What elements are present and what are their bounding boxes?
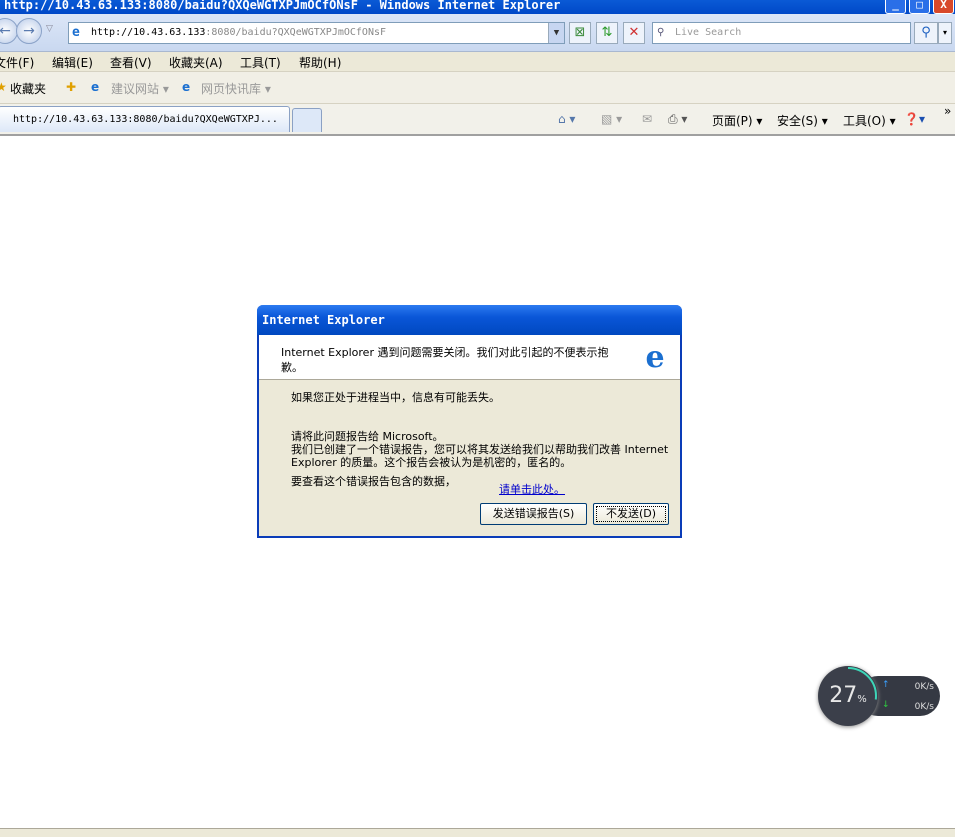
memory-usage-gauge: 27% [818,666,878,726]
help-icon[interactable]: ❓▾ [904,112,925,126]
address-host: http://10.43.63.133 [91,27,206,38]
suggested-sites[interactable]: 建议网站 ▾ [111,80,169,97]
tools-menu[interactable]: 工具(O) ▾ [843,112,896,129]
ie-icon: e [91,80,100,94]
upload-speed: 0K/s [914,682,934,692]
ie-icon: e [182,80,191,94]
dialog-header: Internet Explorer 遇到问题需要关闭。我们对此引起的不便表示抱歉… [259,335,680,380]
menu-favorites[interactable]: 收藏夹(A) [169,54,223,71]
view-report-link[interactable]: 请单击此处。 [499,483,565,496]
compatibility-icon[interactable]: ⊠ [569,22,591,44]
history-dropdown-icon[interactable]: ▽ [46,24,53,34]
dialog-title: Internet Explorer [257,305,682,335]
dont-send-button[interactable]: 不发送(D) [593,503,669,525]
menu-edit[interactable]: 编辑(E) [52,54,93,71]
window-title-bar: http://10.43.63.133:8080/baidu?QXQeWGTXP… [0,0,955,14]
ie-logo-icon: e [645,340,665,375]
ie-page-icon: e [72,25,80,40]
address-toolbar: ← → ▽ e http://10.43.63.133:8080/baidu?QX… [0,14,955,52]
refresh-button[interactable]: ⇅ [596,22,618,44]
favorites-bar: ★ 收藏夹 ✚ e 建议网站 ▾ e 网页快讯库 ▾ [0,72,955,104]
address-path: :8080/baidu?QXQeWGTXPJmOCfONsF [205,27,387,38]
menu-help[interactable]: 帮助(H) [299,54,341,71]
window-title: http://10.43.63.133:8080/baidu?QXQeWGTXP… [4,0,561,12]
stop-button[interactable]: ✕ [623,22,645,44]
search-icon: ⚲ [657,27,665,38]
search-button[interactable]: ⚲ [914,22,938,44]
star-icon: ★ [0,80,7,94]
menu-tools[interactable]: 工具(T) [240,54,281,71]
menu-bar: 文件(F) 编辑(E) 查看(V) 收藏夹(A) 工具(T) 帮助(H) [0,52,955,72]
search-input[interactable]: ⚲ Live Search [652,22,911,44]
dialog-body: 如果您正处于进程当中，信息有可能丢失。 请将此问题报告给 Microsoft。 … [291,391,671,496]
feeds-icon[interactable]: ▧ ▾ [601,112,622,126]
search-placeholder: Live Search [675,27,742,38]
home-icon[interactable]: ⌂ ▾ [558,112,575,126]
safety-menu[interactable]: 安全(S) ▾ [777,112,828,129]
mail-icon[interactable]: ✉ [642,112,652,126]
status-bar [0,828,955,837]
tab-label: http://10.43.63.133:8080/baidu?QXQeWGTXP… [13,114,278,125]
close-button[interactable]: X [933,0,954,14]
maximize-button[interactable]: □ [909,0,930,14]
menu-view[interactable]: 查看(V) [110,54,152,71]
favorites-button[interactable]: 收藏夹 [10,80,46,97]
dialog-header-message: Internet Explorer 遇到问题需要关闭。我们对此引起的不便表示抱歉… [281,346,609,374]
report-description: 我们已创建了一个错误报告，您可以将其发送给我们以帮助我们改善 Internet … [291,443,669,469]
page-menu[interactable]: 页面(P) ▾ [712,112,762,129]
data-loss-warning: 如果您正处于进程当中，信息有可能丢失。 [291,391,500,404]
report-request: 请将此问题报告给 Microsoft。 [291,430,444,443]
address-bar[interactable]: e http://10.43.63.133:8080/baidu?QXQeWGTX… [68,22,565,44]
tab-current[interactable]: http://10.43.63.133:8080/baidu?QXQeWGTXP… [0,106,290,132]
download-speed: 0K/s [914,702,934,712]
print-icon[interactable]: ⎙ ▾ [668,112,687,127]
send-report-button[interactable]: 发送错误报告(S) [480,503,587,525]
tab-row: http://10.43.63.133:8080/baidu?QXQeWGTXP… [0,104,955,136]
minimize-button[interactable]: _ [885,0,906,14]
view-data-text: 要查看这个错误报告包含的数据， [291,475,456,488]
new-tab-button[interactable] [292,108,322,132]
error-dialog: Internet Explorer Internet Explorer 遇到问题… [257,305,682,538]
forward-button[interactable]: → [16,18,42,44]
add-favorite-icon[interactable]: ✚ [66,80,76,94]
menu-file[interactable]: 文件(F) [0,54,34,71]
address-dropdown-button[interactable]: ▼ [548,23,564,43]
more-commands-button[interactable]: » [944,104,951,118]
web-slice-gallery[interactable]: 网页快讯库 ▾ [201,80,271,97]
search-options-button[interactable]: ▾ [938,22,952,44]
